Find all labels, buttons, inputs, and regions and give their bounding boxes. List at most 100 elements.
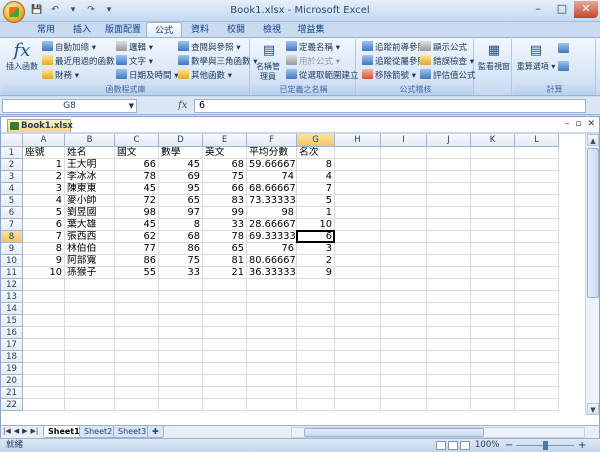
table-cell[interactable] [159,327,203,339]
remove-arrows-button[interactable]: 移除箭號 ▾ [362,69,416,82]
column-header[interactable]: J [427,134,471,147]
table-cell[interactable] [65,351,115,363]
table-cell[interactable] [515,159,559,171]
table-cell[interactable]: 6 [297,231,335,243]
create-from-selection-button[interactable]: 從選取範圍建立 [286,69,359,82]
more-functions-button[interactable]: 其他函數 ▾ [178,69,232,82]
sheet-tab-sheet3[interactable]: Sheet3 [113,426,152,438]
table-cell[interactable]: 68.66667 [247,183,297,195]
table-cell[interactable] [335,375,381,387]
table-cell[interactable] [471,327,515,339]
tab-formulas[interactable]: 公式 [146,22,182,38]
next-sheet-icon[interactable]: ▶ [22,427,27,435]
table-cell[interactable]: 林伯伯 [65,243,115,255]
table-cell[interactable] [159,315,203,327]
table-cell[interactable] [65,363,115,375]
row-header[interactable]: 20 [1,375,23,387]
table-cell[interactable] [203,351,247,363]
trace-precedents-button[interactable]: 追蹤前導參照 [362,41,426,54]
math-button[interactable]: 數學與三角函數 ▾ [178,55,257,68]
tab-add-ins[interactable]: 增益集 [290,22,332,38]
first-sheet-icon[interactable]: |◀ [3,427,11,435]
column-header[interactable]: L [515,134,559,147]
row-header[interactable]: 11 [1,267,23,279]
table-cell[interactable] [23,363,65,375]
table-cell[interactable]: 98 [247,207,297,219]
autosum-button[interactable]: 自動加總 ▾ [42,41,96,54]
table-cell[interactable]: 國文 [115,147,159,159]
page-layout-view-icon[interactable] [448,441,458,450]
table-cell[interactable] [115,303,159,315]
lookup-button[interactable]: 查閱與參照 ▾ [178,41,240,54]
table-cell[interactable]: 葉大雄 [65,219,115,231]
zoom-level[interactable]: 100% [475,439,499,452]
table-cell[interactable] [427,399,471,411]
calculate-sheet-button[interactable] [558,61,571,74]
table-cell[interactable]: 8 [23,243,65,255]
table-cell[interactable] [247,291,297,303]
table-cell[interactable] [335,255,381,267]
financial-button[interactable]: 財務 ▾ [42,69,79,82]
table-cell[interactable]: 86 [159,243,203,255]
table-cell[interactable]: 66 [203,183,247,195]
table-cell[interactable] [381,327,427,339]
recent-functions-button[interactable]: 最近用過的函數 ▾ [42,55,121,68]
table-cell[interactable]: 33 [203,219,247,231]
insert-function-fx-icon[interactable]: fx [178,99,192,113]
table-cell[interactable]: 65 [203,243,247,255]
table-cell[interactable] [159,363,203,375]
table-cell[interactable] [381,315,427,327]
table-cell[interactable] [115,279,159,291]
table-cell[interactable] [427,375,471,387]
table-cell[interactable] [427,267,471,279]
table-cell[interactable] [471,303,515,315]
insert-sheet-icon[interactable]: ✚ [147,426,164,438]
table-cell[interactable] [471,351,515,363]
table-cell[interactable] [471,171,515,183]
zoom-out-icon[interactable]: − [505,439,513,452]
table-cell[interactable] [297,315,335,327]
table-cell[interactable] [247,351,297,363]
row-header[interactable]: 19 [1,363,23,375]
table-cell[interactable] [515,399,559,411]
table-cell[interactable] [515,351,559,363]
table-cell[interactable] [471,363,515,375]
table-cell[interactable] [471,291,515,303]
table-cell[interactable] [115,387,159,399]
page-break-view-icon[interactable] [460,441,470,450]
table-cell[interactable] [335,147,381,159]
table-cell[interactable] [427,327,471,339]
table-cell[interactable] [381,159,427,171]
table-cell[interactable] [515,375,559,387]
table-cell[interactable] [65,339,115,351]
workbook-restore-icon[interactable]: ▫ [575,119,581,129]
calculation-options-button[interactable]: ▤ 重算選項 ▾ [516,41,556,72]
table-cell[interactable]: 78 [115,171,159,183]
table-cell[interactable]: 3 [297,243,335,255]
table-cell[interactable] [247,387,297,399]
table-cell[interactable] [247,339,297,351]
table-cell[interactable] [471,159,515,171]
table-cell[interactable] [203,291,247,303]
table-cell[interactable] [297,327,335,339]
table-cell[interactable]: 72 [115,195,159,207]
table-cell[interactable] [65,279,115,291]
table-cell[interactable] [335,315,381,327]
table-cell[interactable]: 孫猴子 [65,267,115,279]
table-cell[interactable] [381,171,427,183]
table-cell[interactable] [297,375,335,387]
table-cell[interactable]: 69 [159,171,203,183]
sheet-tab-sheet2[interactable]: Sheet2 [79,426,118,438]
table-cell[interactable]: 81 [203,255,247,267]
table-cell[interactable] [23,303,65,315]
table-cell[interactable]: 座號 [23,147,65,159]
table-cell[interactable]: 97 [159,207,203,219]
table-cell[interactable] [381,351,427,363]
table-cell[interactable] [159,303,203,315]
table-cell[interactable] [471,279,515,291]
table-cell[interactable] [297,303,335,315]
tab-page-layout[interactable]: 版面配置 [100,22,146,38]
table-cell[interactable]: 2 [297,255,335,267]
row-header[interactable]: 22 [1,399,23,411]
table-cell[interactable] [335,351,381,363]
